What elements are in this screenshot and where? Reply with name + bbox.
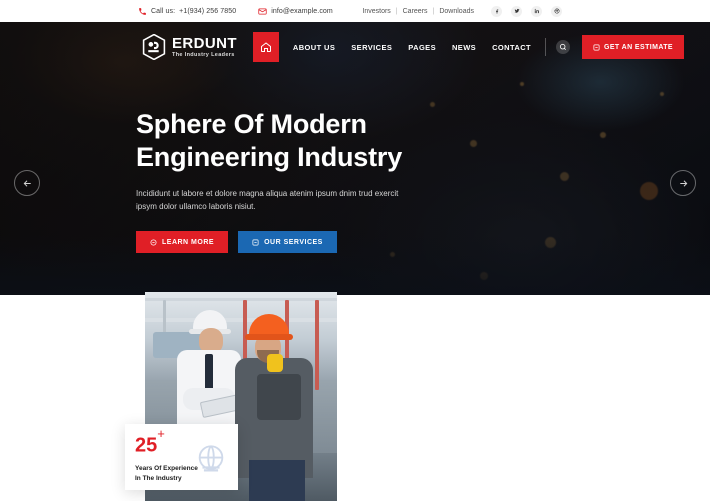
link-investors[interactable]: Investors (362, 8, 390, 15)
arrow-right-icon (679, 179, 687, 187)
our-services-button[interactable]: OUR SERVICES (238, 231, 337, 254)
phone-icon (138, 7, 147, 16)
nav-item-news[interactable]: NEWS (452, 43, 476, 52)
link-separator-2: | (432, 7, 435, 15)
hero-paragraph: Incididunt ut labore et dolore magna ali… (136, 188, 399, 212)
hero-title-line-1: Sphere Of Modern (136, 109, 367, 139)
top-bar: Call us: +1(934) 256 7850 info@example.co… (0, 0, 710, 22)
experience-label-line-1: Years Of Experience (135, 464, 198, 472)
phone-label: Call us: (151, 7, 176, 15)
learn-more-label: LEARN MORE (162, 238, 215, 246)
dribbble-icon[interactable] (551, 5, 562, 17)
envelope-icon (258, 7, 267, 16)
phone-number: +1(934) 256 7850 (179, 7, 237, 15)
plus-circle-icon (150, 239, 157, 246)
facebook-icon[interactable] (491, 5, 502, 17)
email-contact[interactable]: info@example.com (258, 7, 333, 16)
get-an-estimate-label: GET AN ESTIMATE (604, 43, 673, 51)
search-button[interactable] (556, 40, 570, 54)
nav-item-services[interactable]: SERVICES (351, 43, 392, 52)
hero-prev-button[interactable] (14, 170, 40, 196)
experience-label-line-2: In The Industry (135, 474, 182, 482)
brand-tagline: The Industry Leaders (172, 51, 235, 58)
experience-card: 25+ Years Of Experience In The Industry (125, 424, 238, 490)
experience-value: 25 (135, 434, 158, 457)
get-an-estimate-button[interactable]: GET AN ESTIMATE (582, 35, 684, 59)
brand-name: ERDUNT (172, 34, 237, 52)
link-downloads[interactable]: Downloads (439, 8, 474, 15)
social-links (491, 5, 562, 17)
landing-page: Call us: +1(934) 256 7850 info@example.co… (0, 0, 710, 501)
nav-item-contact[interactable]: CONTACT (492, 43, 531, 52)
linkedin-icon[interactable] (531, 5, 542, 17)
utility-links: Investors | Careers | Downloads (362, 8, 474, 15)
learn-more-button[interactable]: LEARN MORE (136, 231, 229, 254)
hero-title: Sphere Of Modern Engineering Industry (136, 108, 516, 174)
brand-logo[interactable]: ERDUNT The Industry Leaders (142, 34, 237, 60)
hero-title-line-2: Engineering Industry (136, 141, 403, 172)
our-services-label: OUR SERVICES (264, 238, 323, 246)
home-icon (260, 42, 271, 52)
nav-divider (545, 38, 546, 56)
hero-cta-group: LEARN MORE OUR SERVICES (136, 231, 516, 254)
phone-contact[interactable]: Call us: +1(934) 256 7850 (138, 7, 236, 16)
nav-item-home[interactable] (252, 32, 279, 62)
hero-content: Sphere Of Modern Engineering Industry In… (136, 108, 516, 254)
hexagon-logo-icon (142, 34, 166, 60)
estimate-icon (593, 44, 600, 50)
top-bar-right-group: Investors | Careers | Downloads (362, 5, 562, 17)
email-address: info@example.com (271, 7, 333, 15)
globe-icon (194, 442, 228, 476)
search-icon (559, 43, 566, 50)
nav-links: ABOUT US SERVICES PAGES NEWS CONTACT (293, 43, 531, 52)
main-navigation: ABOUT US SERVICES PAGES NEWS CONTACT GET… (252, 32, 684, 62)
twitter-icon[interactable] (511, 5, 522, 17)
plus-square-icon (252, 239, 259, 246)
arrow-left-icon (23, 179, 31, 187)
hero-next-button[interactable] (670, 170, 696, 196)
about-section: Erdunt Is The Industry Leaders Join The … (0, 292, 710, 501)
nav-item-pages[interactable]: PAGES (408, 43, 436, 52)
top-bar-contact-group: Call us: +1(934) 256 7850 info@example.co… (138, 7, 333, 16)
site-header: ERDUNT The Industry Leaders ABOUT US SER… (0, 22, 710, 72)
experience-plus: + (157, 426, 165, 441)
nav-item-about-us[interactable]: ABOUT US (293, 43, 335, 52)
brand-text: ERDUNT The Industry Leaders (172, 36, 237, 59)
link-separator-1: | (395, 7, 398, 15)
link-careers[interactable]: Careers (403, 8, 428, 15)
